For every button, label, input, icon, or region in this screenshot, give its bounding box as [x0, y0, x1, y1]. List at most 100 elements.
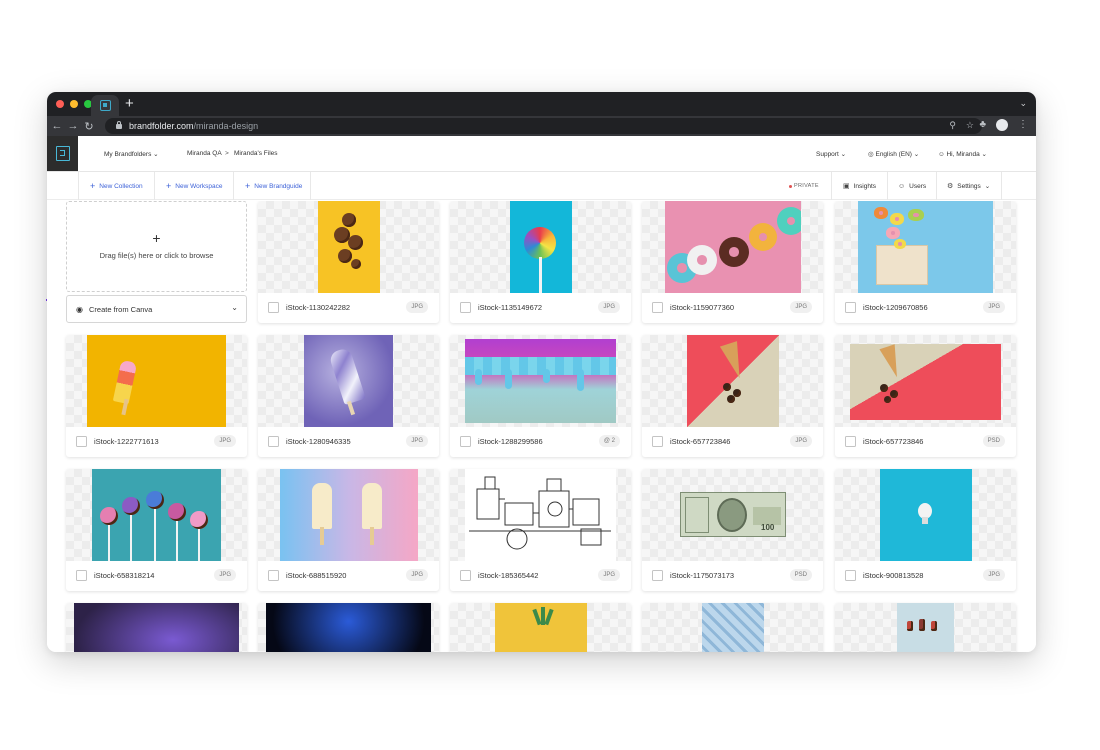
asset-select-checkbox[interactable]	[76, 436, 87, 447]
attachment-count-badge: @ 2	[598, 435, 620, 447]
my-brandfolders-dropdown[interactable]: My Brandfolders ⌄	[104, 150, 159, 158]
asset-select-checkbox[interactable]	[845, 570, 856, 581]
toolbar-divider	[1001, 172, 1002, 200]
minimize-window-button[interactable]	[70, 100, 78, 108]
pineapple-image	[495, 603, 587, 652]
asset-thumbnail	[258, 335, 439, 427]
users-button[interactable]: ☺ Users	[898, 172, 926, 200]
light-rays-image	[266, 603, 431, 652]
asset-select-checkbox[interactable]	[268, 570, 279, 581]
asset-select-checkbox[interactable]	[460, 302, 471, 313]
asset-card[interactable]: iStock-1222771613 JPG	[66, 335, 247, 457]
new-collection-button[interactable]: + New Collection	[90, 172, 143, 200]
asset-thumbnail	[450, 335, 631, 427]
upload-plus-icon: +	[152, 230, 161, 246]
asset-name: iStock-1130242282	[286, 303, 351, 312]
user-menu-dropdown[interactable]: ☺ Hi, Miranda ⌄	[938, 150, 987, 158]
browser-tab-brandfolder[interactable]	[91, 95, 119, 116]
asset-card[interactable]	[258, 603, 439, 652]
new-tab-icon[interactable]: +	[125, 96, 134, 112]
asset-card[interactable]: iStock-1288299586 @ 2	[450, 335, 631, 457]
asset-card[interactable]: iStock-688515920 JPG	[258, 469, 439, 591]
profile-avatar[interactable]	[996, 119, 1008, 131]
asset-select-checkbox[interactable]	[268, 436, 279, 447]
asset-select-checkbox[interactable]	[460, 436, 471, 447]
file-type-badge: JPG	[790, 301, 812, 313]
asset-card[interactable]: iStock-1130242282 JPG	[258, 201, 439, 323]
asset-card[interactable]: iStock-1209670856 JPG	[835, 201, 1016, 323]
browser-toolbar: ← → ↻ brandfolder.com/miranda-design ⚲ ☆…	[47, 116, 1036, 136]
asset-select-checkbox[interactable]	[268, 302, 279, 313]
asset-thumbnail	[66, 335, 247, 427]
asset-card[interactable]: iStock-658318214 JPG	[66, 469, 247, 591]
asset-thumbnail	[642, 335, 823, 427]
asset-card[interactable]	[642, 603, 823, 652]
reload-icon[interactable]: ↻	[81, 120, 97, 133]
address-bar[interactable]: brandfolder.com/miranda-design ⚲ ☆	[105, 118, 982, 134]
upload-dropzone[interactable]: + Drag file(s) here or click to browse	[66, 201, 247, 292]
zoom-search-icon[interactable]: ⚲	[949, 120, 956, 131]
asset-card[interactable]: iStock-1135149672 JPG	[450, 201, 631, 323]
browser-menu-icon[interactable]: ⋮	[1018, 119, 1028, 131]
plus-icon: +	[90, 181, 96, 191]
close-window-button[interactable]	[56, 100, 64, 108]
browser-tab-bar: + ⌄	[47, 92, 1036, 116]
back-icon[interactable]: ←	[49, 120, 65, 132]
language-label: English (EN)	[875, 151, 912, 158]
asset-thumbnail	[835, 603, 1016, 652]
insights-label: Insights	[853, 182, 877, 190]
asset-select-checkbox[interactable]	[460, 570, 471, 581]
asset-select-checkbox[interactable]	[845, 302, 856, 313]
asset-name: iStock-1209670856	[863, 303, 928, 312]
asset-select-checkbox[interactable]	[76, 570, 87, 581]
create-from-canva-select[interactable]: ◉ Create from Canva ⌄	[66, 295, 247, 323]
bookmark-star-icon[interactable]: ☆	[966, 120, 974, 131]
breadcrumb-org[interactable]: Miranda QA	[187, 150, 222, 157]
asset-select-checkbox[interactable]	[845, 436, 856, 447]
support-dropdown[interactable]: Support ⌄	[816, 150, 846, 158]
asset-card[interactable]: iStock-657723846 JPG	[642, 335, 823, 457]
macarons-image	[858, 201, 993, 293]
asset-name: iStock-688515920	[286, 571, 347, 580]
asset-card[interactable]	[450, 603, 631, 652]
forward-icon[interactable]: →	[65, 120, 81, 132]
asset-name: iStock-657723846	[863, 437, 924, 446]
asset-thumbnail	[835, 201, 1016, 293]
language-dropdown[interactable]: ◎ English (EN) ⌄	[868, 150, 919, 158]
ice-cream-cone-image	[687, 335, 779, 427]
file-type-badge: JPG	[598, 301, 620, 313]
tab-search-chevron-icon[interactable]: ⌄	[1019, 98, 1027, 109]
cookies-image	[318, 201, 380, 293]
asset-select-checkbox[interactable]	[652, 302, 663, 313]
asset-card[interactable]: iStock-900813528 JPG	[835, 469, 1016, 591]
my-brandfolders-label: My Brandfolders	[104, 151, 152, 158]
toolbar-divider	[936, 172, 937, 200]
new-brandguide-button[interactable]: + New Brandguide	[245, 172, 302, 200]
asset-select-checkbox[interactable]	[652, 436, 663, 447]
asset-card[interactable]: iStock-185365442 JPG	[450, 469, 631, 591]
insights-button[interactable]: ▣ Insights	[843, 172, 876, 200]
toolbar-divider	[154, 172, 155, 200]
asset-card[interactable]: 100 iStock-1175073173 PSD	[642, 469, 823, 591]
extensions-puzzle-icon[interactable]: ♣	[979, 119, 986, 131]
asset-thumbnail	[258, 201, 439, 293]
new-workspace-button[interactable]: + New Workspace	[166, 172, 222, 200]
brandfolder-logo[interactable]	[47, 136, 78, 171]
asset-thumbnail: 100	[642, 469, 823, 561]
url-host: brandfolder.com	[129, 121, 194, 131]
asset-thumbnail	[450, 201, 631, 293]
marbled-popsicle-image	[304, 335, 393, 427]
chevron-down-icon: ⌄	[840, 151, 847, 158]
settings-dropdown[interactable]: ⚙ Settings ⌄	[947, 172, 990, 200]
asset-card[interactable]	[835, 603, 1016, 652]
chevron-down-icon: ⌄	[153, 151, 159, 158]
hundred-dollar-bill-image: 100	[680, 492, 786, 537]
file-type-badge: JPG	[214, 435, 236, 447]
asset-card[interactable]: iStock-1159077360 JPG	[642, 201, 823, 323]
asset-card[interactable]	[66, 603, 247, 652]
asset-card[interactable]: iStock-657723846 PSD	[835, 335, 1016, 457]
asset-card[interactable]: iStock-1280946335 JPG	[258, 335, 439, 457]
asset-select-checkbox[interactable]	[652, 570, 663, 581]
brandfolder-app: My Brandfolders ⌄ Miranda QA > Miranda's…	[47, 136, 1036, 652]
purple-light-image	[74, 603, 239, 652]
